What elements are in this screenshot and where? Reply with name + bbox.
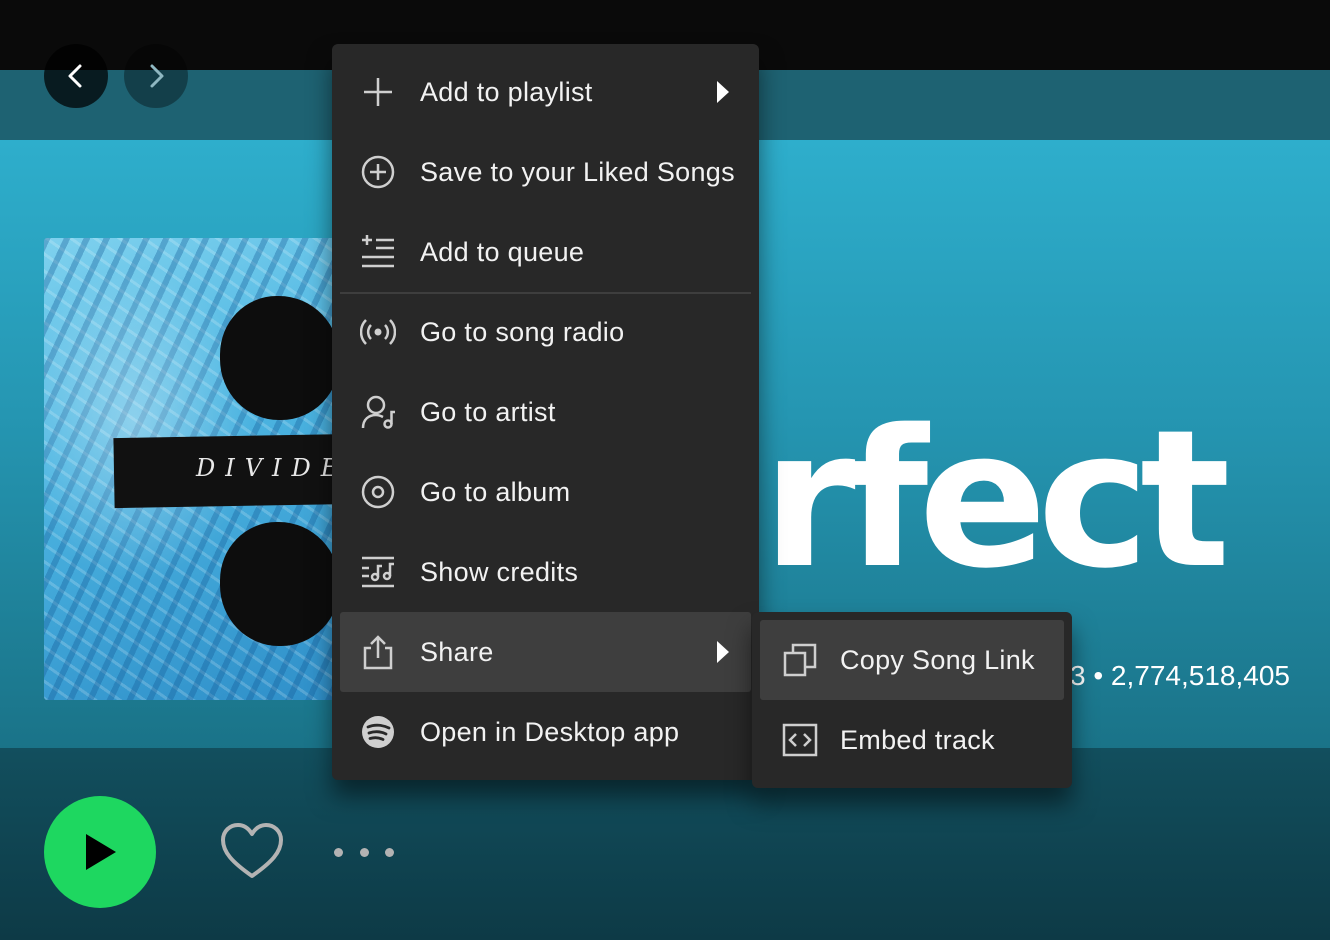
menu-item-open-desktop[interactable]: Open in Desktop app bbox=[340, 692, 751, 772]
dot bbox=[385, 847, 394, 857]
context-menu: Add to playlist Save to your Liked Songs… bbox=[332, 44, 759, 780]
menu-item-go-to-album[interactable]: Go to album bbox=[340, 452, 751, 532]
back-button[interactable] bbox=[44, 44, 108, 108]
album-cover: DIVIDE bbox=[44, 238, 344, 700]
cover-blob-bottom bbox=[220, 522, 340, 646]
menu-item-label: Go to album bbox=[420, 476, 571, 507]
menu-item-song-radio[interactable]: Go to song radio bbox=[340, 292, 751, 372]
cover-blob-top bbox=[220, 296, 340, 420]
menu-item-label: Save to your Liked Songs bbox=[420, 156, 735, 187]
track-meta: 3 • 2,774,518,405 bbox=[1070, 660, 1290, 691]
menu-item-label: Go to artist bbox=[420, 396, 556, 427]
dot bbox=[359, 847, 369, 857]
heart-icon bbox=[218, 818, 286, 886]
submenu-item-embed[interactable]: Embed track bbox=[760, 700, 1064, 780]
submenu-item-label: Embed track bbox=[840, 724, 995, 755]
menu-item-label: Add to playlist bbox=[420, 76, 593, 107]
spotify-icon bbox=[356, 710, 400, 754]
submenu-item-copy-link[interactable]: Copy Song Link bbox=[760, 620, 1064, 700]
menu-item-share[interactable]: Share bbox=[340, 612, 751, 692]
embed-icon bbox=[778, 718, 822, 762]
menu-item-label: Show credits bbox=[420, 556, 579, 587]
forward-button[interactable] bbox=[124, 44, 188, 108]
more-options-button[interactable] bbox=[334, 840, 394, 864]
share-submenu: Copy Song Link Embed track bbox=[752, 612, 1072, 788]
play-button[interactable] bbox=[44, 796, 156, 908]
chevron-right-icon bbox=[142, 62, 170, 90]
menu-item-show-credits[interactable]: Show credits bbox=[340, 532, 751, 612]
copy-icon bbox=[778, 638, 822, 682]
credits-icon bbox=[356, 550, 400, 594]
menu-item-label: Share bbox=[420, 636, 494, 667]
like-button[interactable] bbox=[218, 818, 286, 886]
menu-item-add-to-queue[interactable]: Add to queue bbox=[340, 212, 751, 292]
menu-item-add-to-playlist[interactable]: Add to playlist bbox=[340, 52, 751, 132]
album-icon bbox=[356, 470, 400, 514]
menu-item-save-liked[interactable]: Save to your Liked Songs bbox=[340, 132, 751, 212]
share-icon bbox=[356, 630, 400, 674]
more-dots-icon bbox=[334, 847, 343, 857]
submenu-arrow-icon bbox=[717, 641, 729, 663]
radio-icon bbox=[356, 310, 400, 354]
submenu-arrow-icon bbox=[717, 81, 729, 103]
menu-item-label: Add to queue bbox=[420, 236, 585, 267]
submenu-item-label: Copy Song Link bbox=[840, 644, 1035, 675]
menu-item-label: Open in Desktop app bbox=[420, 716, 680, 747]
chevron-left-icon bbox=[62, 62, 90, 90]
plus-circle-icon bbox=[356, 150, 400, 194]
menu-item-label: Go to song radio bbox=[420, 316, 625, 347]
plus-icon bbox=[356, 70, 400, 114]
menu-item-go-to-artist[interactable]: Go to artist bbox=[340, 372, 751, 452]
queue-icon bbox=[356, 230, 400, 274]
artist-icon bbox=[356, 390, 400, 434]
track-title: rfect bbox=[762, 389, 1231, 610]
cover-text: DIVIDE bbox=[196, 454, 344, 482]
play-icon bbox=[82, 832, 118, 872]
